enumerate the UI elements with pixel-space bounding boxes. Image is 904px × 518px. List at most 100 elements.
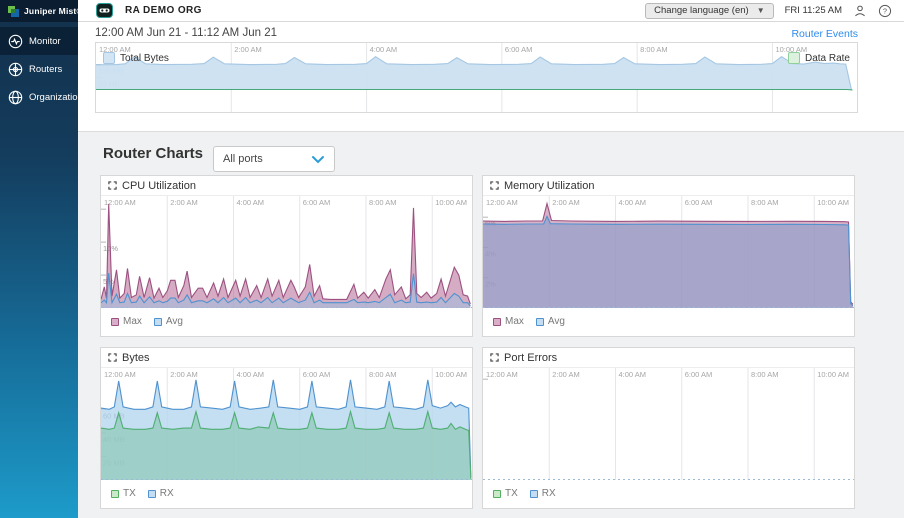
chart-title: Bytes xyxy=(122,351,150,364)
port-errors-card: Port Errors 12:00 AM 2:00 AM 4:00 AM 6:00 A… xyxy=(482,347,855,509)
svg-text:10:00 AM: 10:00 AM xyxy=(817,198,849,207)
timeline-section: 12:00 AM Jun 21 - 11:12 AM Jun 21 Router… xyxy=(78,22,904,132)
help-icon[interactable]: ? xyxy=(878,4,892,18)
svg-text:4:00 AM: 4:00 AM xyxy=(370,45,398,54)
date-range: 12:00 AM Jun 21 - 11:12 AM Jun 21 xyxy=(95,27,277,39)
bytes-legend: TX RX xyxy=(101,480,472,507)
top-header: RA DEMO ORG Change language (en) ▼ FRI 1… xyxy=(78,0,904,22)
sidebar-item-organization[interactable]: Organization xyxy=(0,83,83,111)
svg-text:4:00 AM: 4:00 AM xyxy=(619,198,647,207)
sidebar-item-monitor[interactable]: Monitor xyxy=(0,27,78,55)
svg-text:2:00 AM: 2:00 AM xyxy=(552,370,580,379)
organization-globe-icon xyxy=(8,90,23,105)
memory-legend: Max Avg xyxy=(483,308,854,335)
svg-text:4:00 AM: 4:00 AM xyxy=(619,370,647,379)
svg-text:2:00 AM: 2:00 AM xyxy=(552,198,580,207)
legend-label: Avg xyxy=(165,316,183,327)
svg-text:12:00 AM: 12:00 AM xyxy=(104,370,136,379)
svg-text:4:00 AM: 4:00 AM xyxy=(237,198,265,207)
svg-text:8:00 AM: 8:00 AM xyxy=(640,45,668,54)
data-rate-label: Data Rate xyxy=(804,52,850,64)
rx-swatch xyxy=(147,489,156,498)
org-name[interactable]: RA DEMO ORG xyxy=(125,5,202,16)
svg-text:2:00 AM: 2:00 AM xyxy=(234,45,262,54)
legend-item-avg[interactable]: Avg xyxy=(153,316,183,327)
svg-text:10:00 AM: 10:00 AM xyxy=(435,198,467,207)
app-root: Juniper Mist® Monitor Routers Organizati… xyxy=(0,0,904,518)
timeline-chart[interactable]: 12:00 AM 2:00 AM 4:00 AM 6:00 AM 8:00 AM 10:0… xyxy=(95,42,858,113)
change-language-label: Change language (en) xyxy=(654,5,749,16)
svg-text:8:00 AM: 8:00 AM xyxy=(369,370,397,379)
port-errors-chart-canvas[interactable]: 12:00 AM 2:00 AM 4:00 AM 6:00 AM 8:00 AM 10:0… xyxy=(483,368,854,480)
bytes-chart-canvas[interactable]: 12:00 AM 2:00 AM 4:00 AM 6:00 AM 8:00 AM 10:0… xyxy=(101,368,472,480)
logo-text: Juniper Mist® xyxy=(24,6,83,16)
ports-filter-select[interactable]: All ports xyxy=(213,146,335,172)
legend-item-tx[interactable]: TX xyxy=(111,488,136,499)
router-charts-title: Router Charts xyxy=(103,145,204,162)
legend-item-rx[interactable]: RX xyxy=(147,488,174,499)
svg-text:?: ? xyxy=(883,6,887,15)
expand-icon[interactable] xyxy=(108,181,117,190)
expand-icon[interactable] xyxy=(490,181,499,190)
change-language-button[interactable]: Change language (en) ▼ xyxy=(645,2,774,19)
cpu-utilization-card: CPU Utilization 12:00 AM 2:00 AM 4:00 AM 6:… xyxy=(100,175,473,337)
ports-filter-value: All ports xyxy=(223,153,263,165)
sidebar: Juniper Mist® Monitor Routers Organizati… xyxy=(0,0,83,518)
legend-item-max[interactable]: Max xyxy=(493,316,524,327)
svg-text:6:00 AM: 6:00 AM xyxy=(303,198,331,207)
svg-text:6:00 AM: 6:00 AM xyxy=(303,370,331,379)
juniper-logo-icon xyxy=(7,5,20,18)
expand-icon[interactable] xyxy=(108,353,117,362)
chart-title: Memory Utilization xyxy=(504,179,595,192)
header-right: Change language (en) ▼ FRI 11:25 AM ? xyxy=(645,2,892,19)
monitor-icon xyxy=(8,34,23,49)
total-bytes-label: Total Bytes xyxy=(120,52,169,64)
port-errors-legend: TX RX xyxy=(483,480,854,507)
card-header: Bytes xyxy=(101,348,472,368)
router-events-link[interactable]: Router Events xyxy=(791,28,858,40)
svg-text:6:00 AM: 6:00 AM xyxy=(505,45,533,54)
sidebar-item-label: Monitor xyxy=(29,35,61,47)
legend-label: RX xyxy=(541,488,556,499)
chart-title: CPU Utilization xyxy=(122,179,196,192)
clock: FRI 11:25 AM xyxy=(784,5,842,16)
svg-text:8:00 AM: 8:00 AM xyxy=(751,370,779,379)
legend-item-rx[interactable]: RX xyxy=(529,488,556,499)
juniper-mist-logo[interactable]: Juniper Mist® xyxy=(0,0,83,22)
tx-swatch xyxy=(111,489,119,498)
legend-item-max[interactable]: Max xyxy=(111,316,142,327)
legend-label: TX xyxy=(123,488,136,499)
chart-title: Port Errors xyxy=(504,351,558,364)
sidebar-item-routers[interactable]: Routers xyxy=(0,55,78,83)
user-icon[interactable] xyxy=(853,4,867,18)
sidebar-item-label: Organization xyxy=(29,91,83,103)
memory-chart-canvas[interactable]: 12:00 AM 2:00 AM 4:00 AM 6:00 AM 8:00 AM 10:0… xyxy=(483,196,854,308)
data-rate-swatch xyxy=(787,52,800,64)
port_errors-svg: 12:00 AM 2:00 AM 4:00 AM 6:00 AM 8:00 AM 10:0… xyxy=(483,368,854,480)
avg-swatch xyxy=(535,317,544,326)
legend-label: TX xyxy=(505,488,518,499)
memory-svg: 12:00 AM 2:00 AM 4:00 AM 6:00 AM 8:00 AM 10:0… xyxy=(483,196,854,308)
org-icon xyxy=(96,3,113,18)
sidebar-nav: Monitor Routers Organization xyxy=(0,22,83,111)
avg-swatch xyxy=(153,317,162,326)
legend-data-rate[interactable]: Data Rate xyxy=(787,52,850,64)
svg-text:2:00 AM: 2:00 AM xyxy=(170,370,198,379)
svg-text:4:00 AM: 4:00 AM xyxy=(237,370,265,379)
router-icon xyxy=(8,62,23,77)
max-swatch xyxy=(111,317,119,326)
expand-icon[interactable] xyxy=(490,353,499,362)
legend-item-avg[interactable]: Avg xyxy=(535,316,565,327)
tx-swatch xyxy=(493,489,501,498)
legend-item-tx[interactable]: TX xyxy=(493,488,518,499)
legend-label: RX xyxy=(159,488,174,499)
legend-total-bytes[interactable]: Total Bytes xyxy=(103,52,169,64)
memory-utilization-card: Memory Utilization 12:00 AM 2:00 AM 4:00 A… xyxy=(482,175,855,337)
cpu-chart-canvas[interactable]: 12:00 AM 2:00 AM 4:00 AM 6:00 AM 8:00 AM 10:0… xyxy=(101,196,472,308)
legend-label: Max xyxy=(123,316,142,327)
svg-text:6:00 AM: 6:00 AM xyxy=(685,370,713,379)
sidebar-item-label: Routers xyxy=(29,63,63,75)
legend-label: Max xyxy=(505,316,524,327)
cpu-legend: Max Avg xyxy=(101,308,472,335)
rx-swatch xyxy=(529,489,538,498)
